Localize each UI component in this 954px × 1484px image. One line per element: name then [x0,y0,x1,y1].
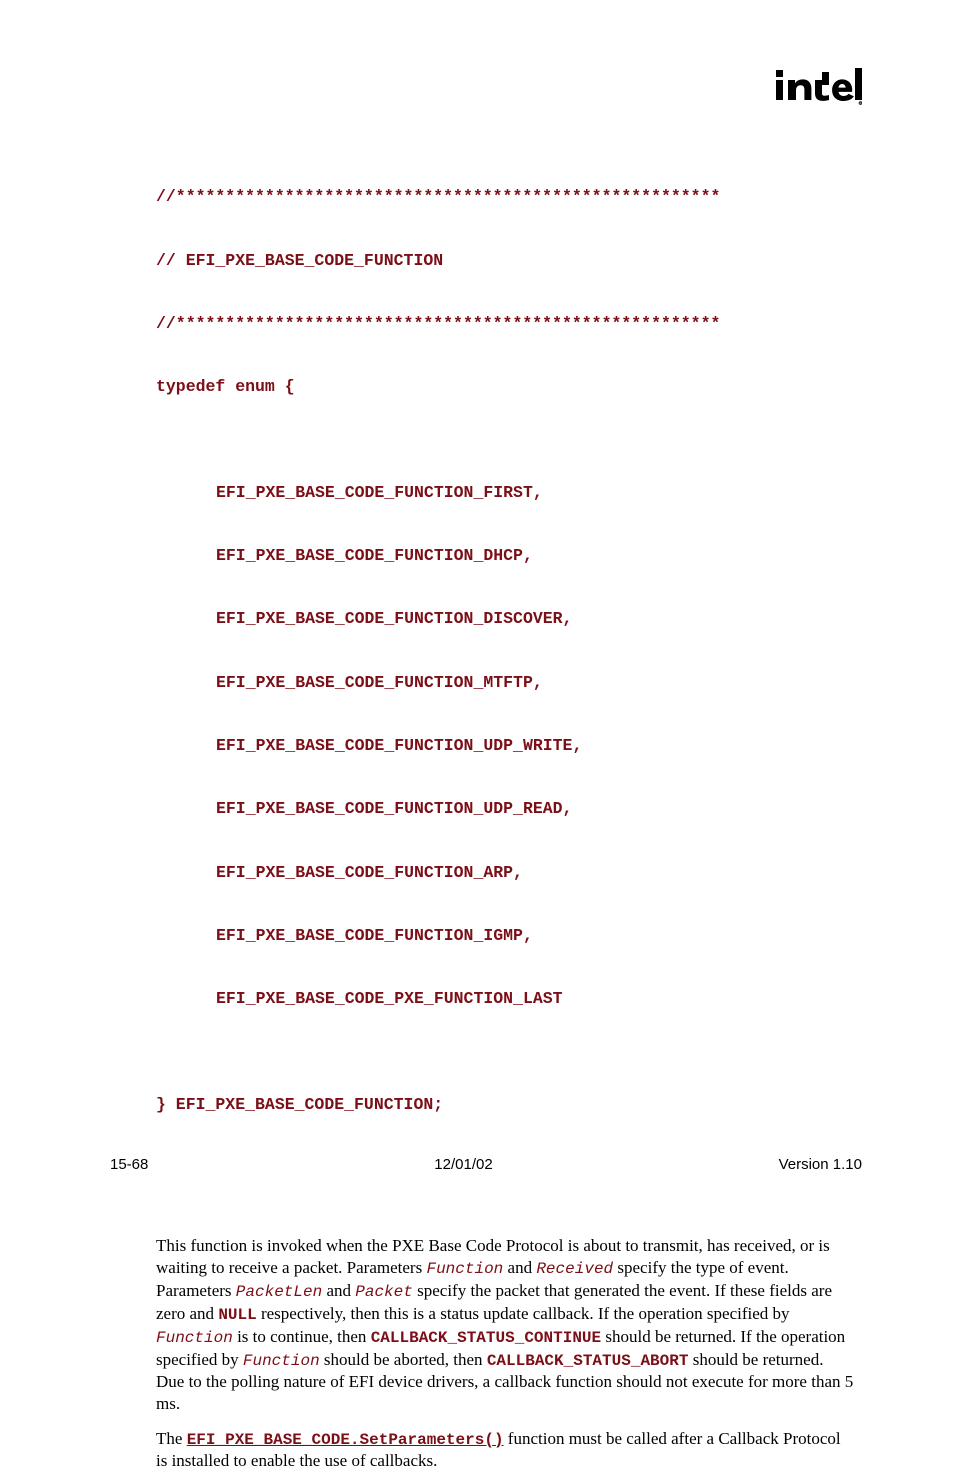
code-line: EFI_PXE_BASE_CODE_FUNCTION_MTFTP, [216,672,856,693]
intel-logo [776,64,862,106]
enum-items: EFI_PXE_BASE_CODE_FUNCTION_FIRST, EFI_PX… [156,440,856,1052]
code-line: EFI_PXE_BASE_CODE_FUNCTION_DHCP, [216,545,856,566]
document-page: //**************************************… [0,0,954,1235]
text: and [503,1258,536,1277]
param-function: Function [243,1352,320,1370]
code-line: EFI_PXE_BASE_CODE_PXE_FUNCTION_LAST [216,988,856,1009]
param-function: Function [156,1329,233,1347]
code-line: //**************************************… [156,313,856,334]
link-setparameters[interactable]: EFI_PXE_BASE_CODE.SetParameters() [187,1431,504,1449]
footer-right: Version 1.10 [779,1156,862,1173]
page-footer: 15-68 12/01/02 Version 1.10 [110,1156,862,1173]
param-packetlen: PacketLen [236,1283,322,1301]
const-callback-continue: CALLBACK_STATUS_CONTINUE [371,1329,601,1347]
code-line: EFI_PXE_BASE_CODE_FUNCTION_FIRST, [216,482,856,503]
code-line: } EFI_PXE_BASE_CODE_FUNCTION; [156,1094,856,1115]
param-function: Function [426,1260,503,1278]
footer-center: 12/01/02 [434,1156,492,1173]
code-line: typedef enum { [156,376,856,397]
text: respectively, then this is a status upda… [257,1304,790,1323]
text: and [322,1281,355,1300]
code-line: EFI_PXE_BASE_CODE_FUNCTION_DISCOVER, [216,608,856,629]
code-line: EFI_PXE_BASE_CODE_FUNCTION_IGMP, [216,925,856,946]
text: should be aborted, then [320,1350,487,1369]
const-null: NULL [218,1306,256,1324]
code-line: EFI_PXE_BASE_CODE_FUNCTION_ARP, [216,862,856,883]
paragraph: The EFI_PXE_BASE_CODE.SetParameters() fu… [156,1428,856,1473]
text: is to continue, then [233,1327,371,1346]
code-line: // EFI_PXE_BASE_CODE_FUNCTION [156,250,856,271]
code-line: //**************************************… [156,186,856,207]
code-line: EFI_PXE_BASE_CODE_FUNCTION_UDP_WRITE, [216,735,856,756]
param-received: Received [536,1260,613,1278]
footer-left: 15-68 [110,1156,148,1173]
const-callback-abort: CALLBACK_STATUS_ABORT [487,1352,689,1370]
text: The [156,1429,187,1448]
param-packet: Packet [355,1283,413,1301]
page-content: //**************************************… [156,144,856,1484]
prose-block: This function is invoked when the PXE Ba… [156,1235,856,1472]
code-line: EFI_PXE_BASE_CODE_FUNCTION_UDP_READ, [216,798,856,819]
paragraph: This function is invoked when the PXE Ba… [156,1235,856,1415]
code-block: //**************************************… [156,144,856,1157]
